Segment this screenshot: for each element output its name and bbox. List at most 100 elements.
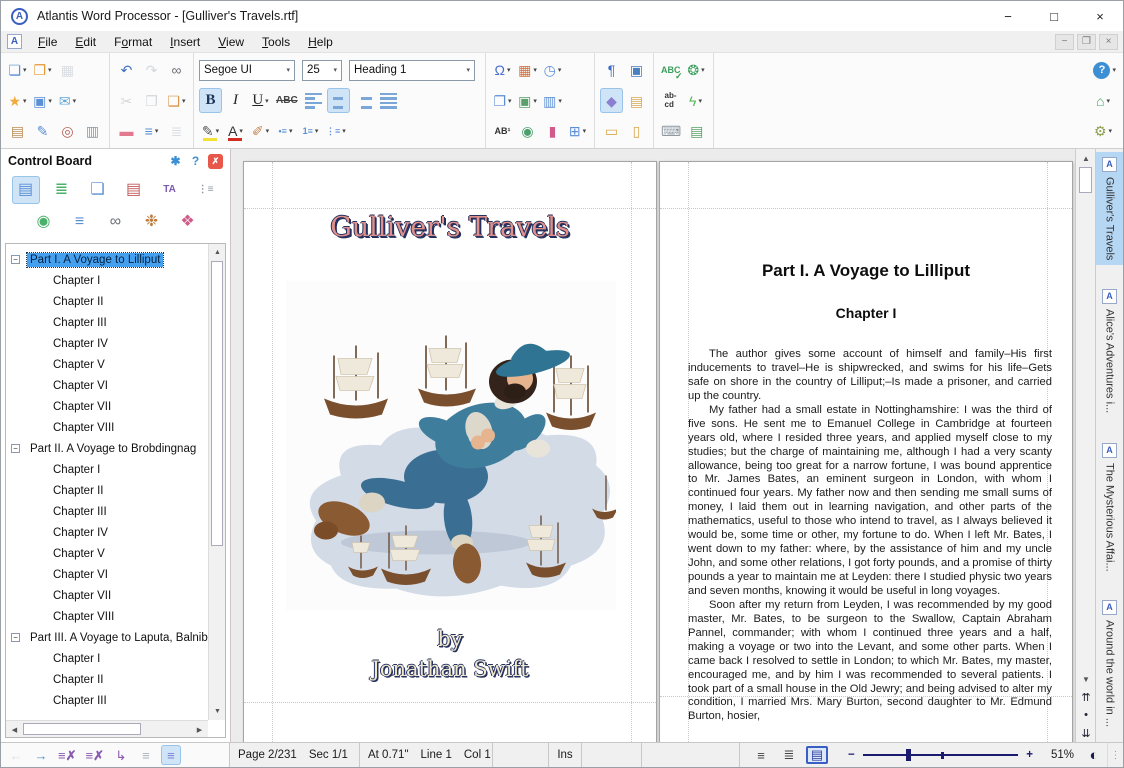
- outline-pane-button[interactable]: ⋮≡: [192, 176, 220, 204]
- full-screen-button[interactable]: ▣: [625, 58, 648, 83]
- dropdown-arrow-icon[interactable]: ▾: [342, 127, 346, 135]
- onscreen-keyboard-button[interactable]: ⌨: [659, 119, 683, 144]
- tree-item[interactable]: −Part III. A Voyage to Laputa, Balnib: [6, 627, 208, 648]
- dropdown-arrow-icon[interactable]: ▾: [48, 97, 52, 105]
- control-board-help-button[interactable]: ?: [188, 154, 203, 169]
- collapse-headings-button[interactable]: ≡: [136, 745, 156, 765]
- tree-item[interactable]: Chapter V: [6, 543, 208, 564]
- tree-item[interactable]: Chapter V: [6, 354, 208, 375]
- doc-minimize-button[interactable]: −: [1055, 34, 1074, 50]
- tree-item[interactable]: Chapter VII: [6, 396, 208, 417]
- dropdown-arrow-icon[interactable]: ▾: [583, 127, 587, 135]
- collapse-expander-icon[interactable]: −: [11, 633, 20, 642]
- chevron-down-icon[interactable]: ▾: [282, 61, 294, 80]
- insert-time-button[interactable]: ◷▾: [541, 58, 564, 83]
- review-pane-button[interactable]: ▤: [120, 176, 148, 204]
- insert-picture-button[interactable]: ▣▾: [516, 88, 539, 113]
- open-document-button[interactable]: ❒▾: [31, 58, 54, 83]
- dropdown-arrow-icon[interactable]: ▾: [508, 97, 512, 105]
- strikethrough-button[interactable]: ABC: [274, 88, 300, 113]
- page-two[interactable]: Part I. A Voyage to Lilliput Chapter I T…: [659, 161, 1073, 742]
- save-button[interactable]: ▦: [56, 58, 79, 83]
- body-text[interactable]: The author gives some account of himself…: [688, 348, 1052, 724]
- dropdown-arrow-icon[interactable]: ▾: [315, 127, 319, 135]
- nav-forward-button[interactable]: →: [31, 745, 51, 765]
- insert-file-button[interactable]: ❐▾: [491, 88, 514, 113]
- dropdown-arrow-icon[interactable]: ▾: [558, 66, 562, 74]
- align-justify-button[interactable]: [377, 88, 400, 113]
- dropdown-arrow-icon[interactable]: ▾: [289, 127, 293, 135]
- chevron-down-icon[interactable]: ▾: [462, 61, 474, 80]
- insert-section-button[interactable]: ▥▾: [541, 88, 564, 113]
- tree-item[interactable]: Chapter I: [6, 459, 208, 480]
- dropdown-arrow-icon[interactable]: ▾: [48, 66, 52, 74]
- horizontal-ruler-button[interactable]: ▭: [600, 119, 623, 144]
- atlantis-web-button[interactable]: ⌂▾: [1091, 88, 1114, 113]
- insert-mode-indicator[interactable]: Ins: [549, 743, 582, 767]
- multilevel-list-button[interactable]: ⋮≡▾: [324, 119, 348, 144]
- insert-footnote-button[interactable]: AB¹: [491, 119, 514, 144]
- line-numbering-button[interactable]: ≣: [165, 119, 188, 144]
- underline-button[interactable]: U▾: [249, 88, 272, 113]
- format-painter-button[interactable]: ✐▾: [249, 119, 272, 144]
- tree-item[interactable]: Chapter II: [6, 669, 208, 690]
- status-page-section[interactable]: Page 2/231 Sec 1/1: [230, 743, 360, 767]
- nav-back-button[interactable]: ←: [6, 745, 26, 765]
- menu-tools[interactable]: Tools: [253, 33, 299, 51]
- spellcheck-button[interactable]: ABC✓: [659, 58, 683, 83]
- paragraph-pane-button[interactable]: ≡: [66, 208, 94, 236]
- fonts-pane-button[interactable]: TA: [156, 176, 184, 204]
- zoom-in-icon[interactable]: +: [1026, 749, 1033, 761]
- dropdown-arrow-icon[interactable]: ▾: [239, 127, 243, 135]
- control-board-settings-button[interactable]: ✱: [168, 154, 183, 169]
- menu-file[interactable]: File: [29, 33, 66, 51]
- doc-scroll-thumb[interactable]: [1079, 167, 1092, 193]
- dropdown-arrow-icon[interactable]: ▾: [155, 127, 159, 135]
- draft-view-button[interactable]: ≡: [750, 746, 772, 764]
- dropdown-arrow-icon[interactable]: ▾: [558, 97, 562, 105]
- print-button[interactable]: ▥: [81, 119, 104, 144]
- eraser-button[interactable]: ▬: [115, 119, 138, 144]
- menu-insert[interactable]: Insert: [161, 33, 209, 51]
- dropdown-arrow-icon[interactable]: ▾: [1109, 127, 1113, 135]
- formatting-marks-button[interactable]: ¶: [600, 58, 623, 83]
- font-size-select[interactable]: 25▾: [302, 60, 342, 81]
- navigation-button[interactable]: ◆: [600, 88, 623, 113]
- autocorrect-button[interactable]: ϟ▾: [684, 88, 707, 113]
- document-tab[interactable]: AThe Mysterious Affai...: [1096, 438, 1123, 577]
- email-document-button[interactable]: ✉▾: [56, 88, 79, 113]
- save-as-button[interactable]: ▣▾: [31, 88, 54, 113]
- change-heading-level-button[interactable]: ↳: [111, 745, 131, 765]
- dropdown-arrow-icon[interactable]: ▾: [182, 97, 186, 105]
- menu-format[interactable]: Format: [105, 33, 161, 51]
- styles-pane-button[interactable]: ≣: [48, 176, 76, 204]
- document-tab[interactable]: AAround the world in ...: [1096, 595, 1123, 732]
- dropdown-arrow-icon[interactable]: ▾: [533, 97, 537, 105]
- tree-scroll-down-icon[interactable]: ▼: [209, 703, 226, 720]
- document-tab[interactable]: AGulliver's Travels: [1096, 152, 1123, 265]
- highlighter-button[interactable]: ✎▾: [199, 119, 222, 144]
- new-document-button[interactable]: ❏▾: [6, 58, 29, 83]
- delete-subheadings-button[interactable]: ≡✗: [83, 745, 105, 765]
- dropdown-arrow-icon[interactable]: ▾: [507, 66, 511, 74]
- status-cursor-position[interactable]: At 0.71" Line 1 Col 1: [360, 743, 493, 767]
- tree-item[interactable]: Chapter VI: [6, 564, 208, 585]
- tree-hscroll-thumb[interactable]: [23, 723, 141, 735]
- attachments-pane-button[interactable]: ❖: [174, 208, 202, 236]
- headings-pane-button[interactable]: ▤: [12, 176, 40, 204]
- doc-restore-button[interactable]: ❐: [1077, 34, 1096, 50]
- tree-item[interactable]: Chapter VIII: [6, 417, 208, 438]
- options-button[interactable]: ⚙▾: [1091, 119, 1114, 144]
- dropdown-arrow-icon[interactable]: ▾: [23, 97, 27, 105]
- colors-pane-button[interactable]: ❉: [138, 208, 166, 236]
- document-area[interactable]: Gulliver's Travels: [231, 149, 1075, 742]
- maximize-button[interactable]: □: [1031, 1, 1077, 31]
- doc-close-button[interactable]: ×: [1099, 34, 1118, 50]
- font-color-button[interactable]: A▾: [224, 119, 247, 144]
- tree-scroll-up-icon[interactable]: ▲: [209, 244, 226, 261]
- zoom-percentage[interactable]: 51%: [1043, 743, 1081, 767]
- dropdown-arrow-icon[interactable]: ▾: [701, 66, 705, 74]
- menu-view[interactable]: View: [209, 33, 253, 51]
- previous-page-button[interactable]: ⇈: [1076, 688, 1096, 706]
- insert-symbol-button[interactable]: Ω▾: [491, 58, 514, 83]
